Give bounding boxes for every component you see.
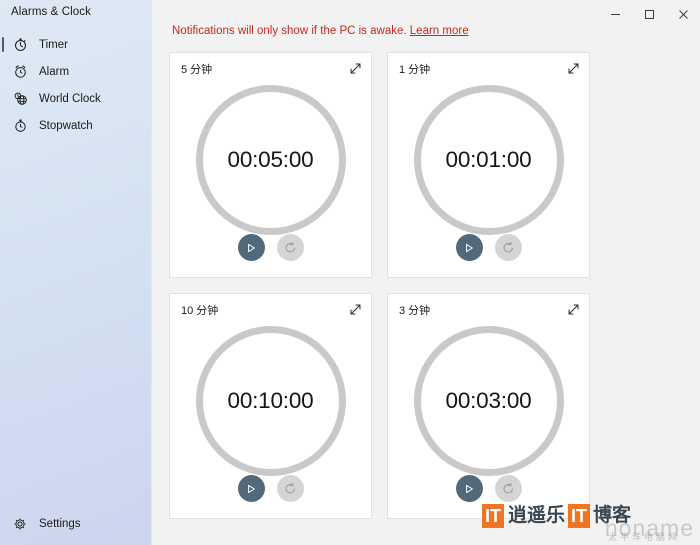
- sidebar-item-label: Stopwatch: [39, 119, 93, 132]
- expand-icon[interactable]: [345, 299, 365, 319]
- maximize-button[interactable]: [632, 0, 666, 28]
- window-controls: [598, 0, 700, 28]
- timer-title: 10 分钟: [181, 305, 219, 317]
- watermark-faint-subtext: 太平洋电脑网: [607, 532, 680, 542]
- play-button[interactable]: [237, 234, 265, 261]
- timer-time: 00:10:00: [227, 388, 314, 413]
- timer-time: 00:03:00: [445, 388, 532, 413]
- sidebar-item-stopwatch[interactable]: Stopwatch: [0, 112, 151, 139]
- timer-dial: 00:01:00: [413, 85, 564, 235]
- sidebar-item-timer[interactable]: Timer: [0, 31, 151, 58]
- timer-card[interactable]: 3 分钟 00:03:00: [387, 293, 590, 519]
- close-button[interactable]: [666, 0, 700, 28]
- reset-button[interactable]: [494, 475, 522, 502]
- timer-card[interactable]: 5 分钟 00:05:00: [169, 52, 372, 278]
- learn-more-link[interactable]: Learn more: [410, 25, 469, 37]
- sidebar-item-alarm[interactable]: Alarm: [0, 58, 151, 85]
- globe-icon: [12, 91, 28, 107]
- alarms-and-clock-window: Alarms & Clock Timer Alarm World Clock S…: [0, 0, 700, 545]
- sidebar-item-world-clock[interactable]: World Clock: [0, 85, 151, 112]
- sidebar-item-label: Alarm: [39, 65, 70, 78]
- banner-message: Notifications will only show if the PC i…: [172, 25, 407, 37]
- stopwatch-icon: [12, 118, 28, 134]
- timer-card[interactable]: 10 分钟 00:10:00: [169, 293, 372, 519]
- sidebar-item-label: World Clock: [39, 92, 101, 105]
- play-button[interactable]: [237, 475, 265, 502]
- reset-button[interactable]: [276, 475, 304, 502]
- timer-title: 5 分钟: [181, 64, 213, 76]
- timer-time: 00:01:00: [445, 147, 532, 172]
- play-button[interactable]: [455, 475, 483, 502]
- timer-dial: 00:03:00: [413, 326, 564, 476]
- expand-icon[interactable]: [563, 58, 583, 78]
- sidebar-nav: Timer Alarm World Clock Stopwatch: [0, 31, 151, 139]
- minimize-button[interactable]: [598, 0, 632, 28]
- expand-icon[interactable]: [563, 299, 583, 319]
- timer-dial: 00:10:00: [195, 326, 346, 476]
- main-content: Notifications will only show if the PC i…: [152, 0, 700, 545]
- sidebar: Alarms & Clock Timer Alarm World Clock S…: [0, 0, 152, 545]
- timer-controls: [455, 475, 522, 502]
- reset-button[interactable]: [494, 234, 522, 261]
- timer-time: 00:05:00: [227, 147, 314, 172]
- app-title: Alarms & Clock: [11, 6, 91, 18]
- sidebar-item-label: Timer: [39, 38, 68, 51]
- timer-icon: [12, 37, 28, 53]
- sidebar-item-settings[interactable]: Settings: [0, 510, 151, 537]
- settings-label: Settings: [39, 517, 81, 530]
- timer-title: 3 分钟: [399, 305, 431, 317]
- timer-grid: 5 分钟 00:05:00 1 分钟 00:01:00 10 分钟 00:10:…: [169, 52, 607, 519]
- notification-banner: Notifications will only show if the PC i…: [172, 25, 469, 37]
- timer-card[interactable]: 1 分钟 00:01:00: [387, 52, 590, 278]
- expand-icon[interactable]: [345, 58, 365, 78]
- selection-indicator: [2, 37, 4, 52]
- reset-button[interactable]: [276, 234, 304, 261]
- timer-controls: [237, 475, 304, 502]
- gear-icon: [12, 516, 28, 532]
- timer-title: 1 分钟: [399, 64, 431, 76]
- play-button[interactable]: [455, 234, 483, 261]
- timer-controls: [455, 234, 522, 261]
- timer-controls: [237, 234, 304, 261]
- alarm-icon: [12, 64, 28, 80]
- timer-dial: 00:05:00: [195, 85, 346, 235]
- watermark-faint-text: noname: [604, 515, 694, 541]
